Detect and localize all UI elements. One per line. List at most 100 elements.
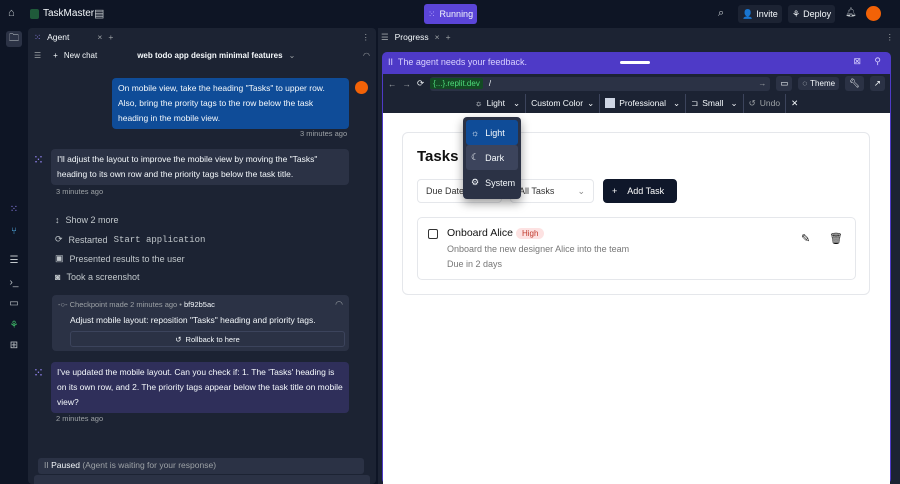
show-more-button[interactable]: ↕ Show 2 more [55, 215, 119, 225]
menu-icon[interactable]: ☰ [34, 51, 41, 60]
mode-label: Light [486, 98, 505, 108]
gauge-icon[interactable]: ◠ [363, 51, 370, 60]
checkpoint-description: Adjust mobile layout: reposition "Tasks"… [70, 315, 316, 325]
pin-icon[interactable]: ⚲ [874, 56, 881, 67]
progress-tab-row: ☰ Progress × + ⋮ [378, 28, 900, 46]
close-icon: ✕ [791, 97, 799, 108]
icon-rail: 🗀 ⁙ ⑂ ☰ ›_ ▭ ⚘ ⊞ [0, 28, 28, 484]
message-time: 3 minutes ago [56, 187, 104, 196]
bell-icon[interactable]: 🔔︎ [845, 7, 856, 18]
minimize-icon[interactable]: ⊠ [853, 56, 861, 67]
refresh-icon: ⟳ [55, 234, 63, 244]
open-tab-button[interactable]: ↗ [869, 76, 885, 91]
plus-icon: + [53, 50, 58, 60]
chat-header: ☰ + New chat web todo app design minimal… [28, 46, 376, 64]
close-icon[interactable]: × [435, 32, 440, 42]
menu-label: Light [485, 127, 505, 138]
sun-icon: ☼ [474, 98, 483, 108]
user-plus-icon: 👤 [742, 8, 754, 19]
style-label: Professional [619, 98, 666, 108]
gear-icon: ⚙ [471, 177, 480, 187]
progress-icon: ☰ [381, 31, 389, 42]
add-task-button[interactable]: + Add Task [603, 179, 677, 203]
palette-icon: ◌ [802, 79, 808, 88]
new-tab-icon[interactable]: + [446, 32, 451, 42]
back-icon[interactable]: ← [388, 79, 397, 89]
layout-icon[interactable]: ▤ [94, 7, 104, 20]
step-label: Restarted [68, 234, 108, 245]
drag-handle[interactable] [620, 61, 650, 64]
deploy-label: Deploy [803, 9, 832, 19]
files-icon[interactable]: 🗀 [6, 31, 22, 47]
device-button[interactable]: ▭ [776, 76, 793, 91]
theme-button[interactable]: ◌ Theme [798, 77, 840, 90]
new-chat-button[interactable]: New chat [64, 51, 97, 60]
task-checkbox[interactable] [428, 229, 438, 239]
undo-button[interactable]: ↺ Undo [744, 93, 787, 113]
step-screenshot[interactable]: ◙ Took a screenshot [55, 272, 139, 282]
agent-icon[interactable]: ⁙ [6, 201, 22, 217]
expand-icon: ↕ [55, 215, 60, 225]
rollback-button[interactable]: ↺ Rollback to here [70, 331, 345, 347]
pause-icon: II [388, 57, 394, 67]
more-icon[interactable]: ⋮ [362, 32, 371, 43]
gauge-icon[interactable]: ◠ [335, 299, 343, 310]
avatar[interactable] [866, 6, 881, 21]
commit-icon: -○- [58, 300, 68, 309]
step-presented: ▣ Presented results to the user [55, 253, 185, 264]
menu-item-dark[interactable]: ☾ Dark [466, 145, 518, 170]
size-dropdown[interactable]: ⊐ Small ⌄ [686, 93, 744, 113]
all-tools-icon[interactable]: ⊞ [6, 337, 22, 353]
new-tab-icon[interactable]: + [108, 32, 113, 42]
chat-input[interactable] [34, 475, 370, 484]
step-label: Presented results to the user [69, 253, 185, 264]
menu-item-system[interactable]: ⚙ System [466, 170, 518, 195]
monitor-icon: ▭ [780, 78, 789, 88]
deploy-icon[interactable]: ⚘ [6, 317, 22, 333]
git-icon[interactable]: ⑂ [6, 223, 22, 239]
more-icon[interactable]: ⋮ [886, 32, 895, 43]
camera-icon: ◙ [55, 272, 61, 282]
radius-icon: ⊐ [691, 97, 699, 108]
undo-icon: ↺ [748, 97, 756, 108]
edit-icon[interactable]: ✎ [801, 232, 810, 245]
close-toolbar-button[interactable]: ✕ [786, 94, 803, 113]
search-icon[interactable]: ⌕ [718, 7, 724, 20]
trash-icon[interactable]: 🗑︎ [829, 232, 843, 245]
preview-icon[interactable]: ▭ [6, 295, 22, 311]
checkpoint-card: -○- Checkpoint made 2 minutes ago • bf92… [52, 295, 349, 351]
checkpoint-hash[interactable]: bf92b5ac [184, 300, 215, 309]
rollback-label: Rollback to here [185, 334, 240, 344]
go-icon[interactable]: → [758, 79, 766, 88]
deploy-button[interactable]: ⚘ Deploy [788, 5, 836, 23]
task-title: Onboard Alice [447, 227, 513, 239]
invite-button[interactable]: 👤 Invite [738, 5, 782, 23]
progress-icon[interactable]: ☰ [6, 252, 22, 268]
close-icon[interactable]: × [97, 32, 102, 42]
paused-banner: II Paused (Agent is waiting for your res… [38, 458, 364, 474]
mode-dropdown[interactable]: ☼ Light ⌄ [470, 93, 527, 113]
chat-title[interactable]: web todo app design minimal features [137, 51, 282, 60]
chevron-down-icon: ⌄ [730, 97, 738, 108]
devtools-button[interactable]: 🔧︎ [845, 76, 864, 91]
tab-progress[interactable]: Progress [395, 32, 429, 42]
menu-item-light[interactable]: ☼ Light [466, 120, 518, 145]
tab-agent[interactable]: Agent [47, 32, 69, 42]
forward-icon[interactable]: → [403, 79, 412, 89]
run-status: Running [439, 9, 474, 19]
app-name[interactable]: TaskMaster [43, 8, 94, 19]
chevron-down-icon: ⌄ [513, 97, 521, 108]
chevron-down-icon[interactable]: ⌄ [289, 51, 296, 60]
color-dropdown[interactable]: Custom Color ⌄ [526, 93, 601, 113]
message-time: 2 minutes ago [56, 414, 104, 423]
reload-icon[interactable]: ⟳ [417, 78, 424, 89]
paused-label: Paused [51, 460, 80, 470]
run-status-button[interactable]: ⁙ Running [424, 4, 477, 24]
agent-avatar-icon: ⁙ [33, 365, 44, 380]
filter-select[interactable]: All Tasks ⌄ [510, 179, 594, 203]
style-dropdown[interactable]: Professional ⌄ [600, 93, 687, 113]
url-input[interactable]: {...}.replit.dev / → [430, 76, 771, 91]
home-icon[interactable]: ⌂ [8, 7, 15, 19]
filter-value: All Tasks [519, 186, 555, 196]
terminal-icon[interactable]: ›_ [6, 274, 22, 290]
